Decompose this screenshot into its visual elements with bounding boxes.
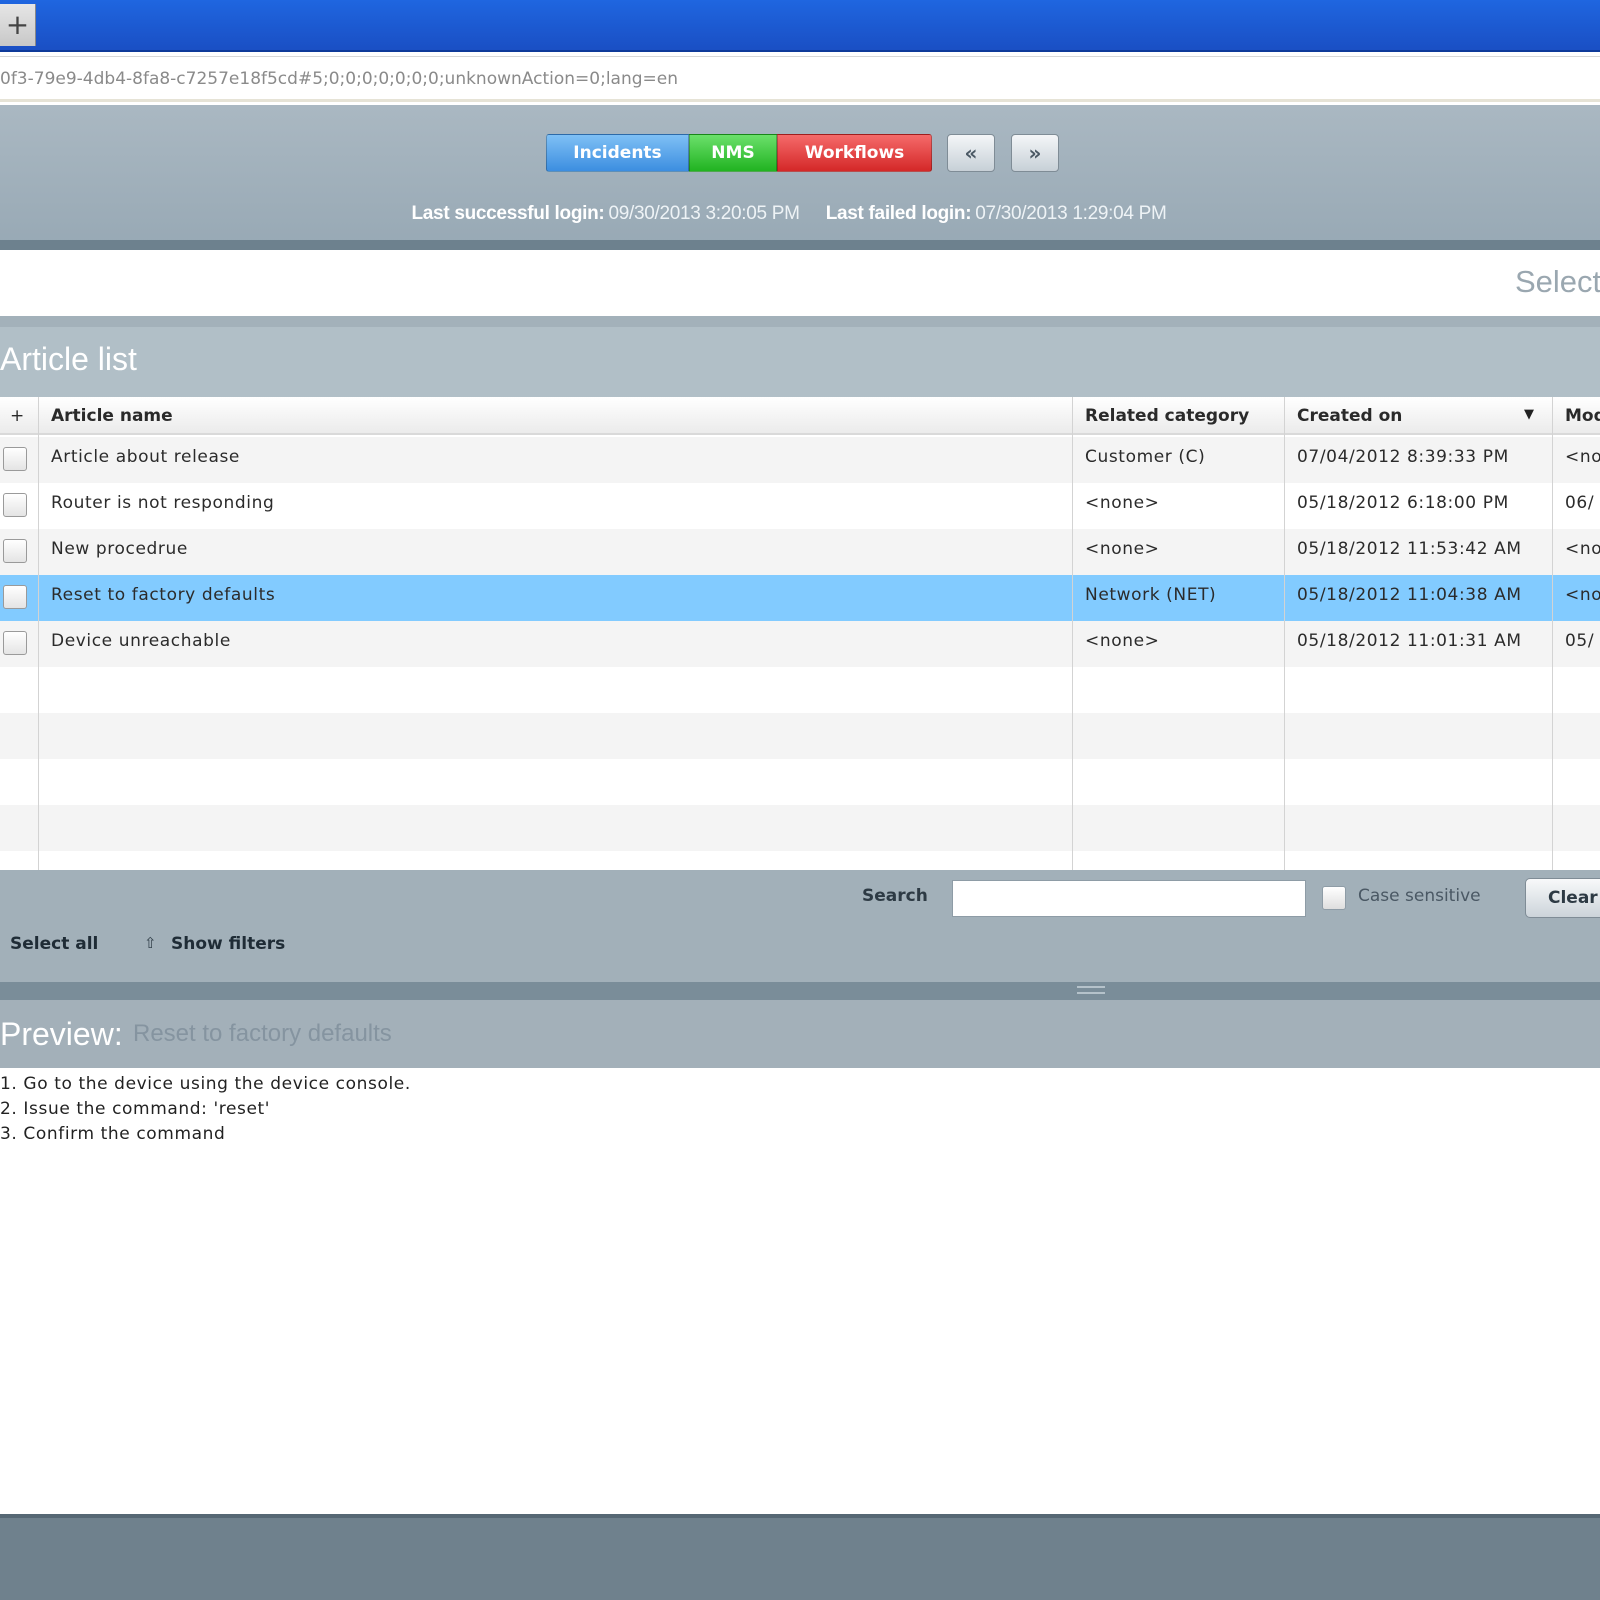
preview-line: 3. Confirm the command [0, 1124, 226, 1144]
show-filters-link[interactable]: Show filters [171, 934, 285, 954]
tab-nms[interactable]: NMS [689, 134, 777, 172]
article-name-cell: Router is not responding [51, 493, 275, 513]
category-cell: <none> [1085, 493, 1160, 513]
empty-row [0, 667, 1600, 713]
row-checkbox[interactable] [3, 631, 27, 655]
category-cell: <none> [1085, 631, 1160, 651]
search-label: Search [862, 886, 928, 906]
tab-workflows[interactable]: Workflows [777, 134, 932, 172]
previous-button[interactable]: « [947, 134, 995, 172]
category-cell: Customer (C) [1085, 447, 1206, 467]
splitter-grip-icon[interactable] [1077, 986, 1105, 994]
last-successful-login-value: 09/30/2013 3:20:05 PM [608, 203, 800, 224]
next-button[interactable]: » [1011, 134, 1059, 172]
table-header: + Article name Related category Created … [0, 397, 1600, 435]
modified-cell: 05/ [1565, 631, 1595, 651]
modified-cell: <no [1565, 585, 1600, 605]
modified-cell: <no [1565, 447, 1600, 467]
column-header-related-category[interactable]: Related category [1073, 397, 1285, 435]
empty-row [0, 851, 1600, 870]
login-info: Last successful login: 09/30/2013 3:20:0… [0, 203, 1600, 229]
address-bar[interactable]: 0f3-79e9-4db4-8fa8-c7257e18f5cd#5;0;0;0;… [0, 56, 1600, 102]
row-checkbox[interactable] [3, 539, 27, 563]
empty-row [0, 759, 1600, 805]
last-successful-login-label: Last successful login: [411, 203, 605, 224]
preview-line: 2. Issue the command: 'reset' [0, 1099, 271, 1119]
preview-line: 1. Go to the device using the device con… [0, 1074, 411, 1094]
created-on-cell: 05/18/2012 11:01:31 AM [1297, 631, 1522, 651]
preview-subject: Reset to factory defaults [133, 1020, 392, 1047]
search-input[interactable] [952, 880, 1306, 917]
last-failed-login-label: Last failed login: [825, 203, 972, 224]
created-on-cell: 05/18/2012 11:53:42 AM [1297, 539, 1522, 559]
case-sensitive-label: Case sensitive [1358, 886, 1481, 906]
column-header-created-on[interactable]: Created on [1285, 397, 1553, 435]
article-name-cell: Reset to factory defaults [51, 585, 276, 605]
column-divider [1552, 397, 1553, 870]
pane-splitter[interactable] [0, 982, 1600, 1000]
column-header-article-name[interactable]: Article name [39, 397, 1073, 435]
case-sensitive-checkbox[interactable] [1322, 886, 1346, 910]
select-panel [0, 250, 1600, 316]
tab-incidents[interactable]: Incidents [546, 134, 689, 172]
row-checkbox[interactable] [3, 493, 27, 517]
created-on-cell: 07/04/2012 8:39:33 PM [1297, 447, 1509, 467]
column-divider [38, 397, 39, 870]
category-cell: Network (NET) [1085, 585, 1217, 605]
empty-row [0, 805, 1600, 851]
add-column-icon[interactable]: + [0, 397, 39, 435]
last-failed-login-value: 07/30/2013 1:29:04 PM [975, 203, 1167, 224]
preview-title: Preview: [0, 1016, 123, 1052]
article-name-cell: Article about release [51, 447, 240, 467]
new-tab-button[interactable]: + [0, 4, 36, 46]
section-divider [0, 316, 1600, 327]
row-checkbox[interactable] [3, 585, 27, 609]
browser-tab-bar [0, 0, 1600, 52]
column-divider [1072, 397, 1073, 870]
category-cell: <none> [1085, 539, 1160, 559]
article-name-cell: Device unreachable [51, 631, 231, 651]
empty-row [0, 713, 1600, 759]
table-row[interactable]: Article about release Customer (C) 07/04… [0, 437, 1600, 483]
article-list-title: Article list [0, 341, 137, 377]
sort-descending-icon: ▼ [1524, 407, 1534, 422]
table-row[interactable]: Device unreachable <none> 05/18/2012 11:… [0, 621, 1600, 667]
table-row[interactable]: Router is not responding <none> 05/18/20… [0, 483, 1600, 529]
clear-button[interactable]: Clear [1525, 878, 1600, 918]
created-on-cell: 05/18/2012 6:18:00 PM [1297, 493, 1509, 513]
select-all-link[interactable]: Select all [10, 934, 98, 954]
article-table: Article about release Customer (C) 07/04… [0, 397, 1600, 870]
select-label: Select [1515, 264, 1600, 299]
table-row-selected[interactable]: Reset to factory defaults Network (NET) … [0, 575, 1600, 621]
chevron-up-double-icon[interactable]: ⇧ [144, 934, 157, 952]
article-list-header [0, 327, 1600, 397]
table-row[interactable]: New procedrue <none> 05/18/2012 11:53:42… [0, 529, 1600, 575]
preview-body [0, 1068, 1600, 1514]
article-name-cell: New procedrue [51, 539, 188, 559]
status-bar [0, 1514, 1600, 1600]
header-divider [0, 240, 1600, 250]
modified-cell: <no [1565, 539, 1600, 559]
created-on-cell: 05/18/2012 11:04:38 AM [1297, 585, 1522, 605]
column-header-modified[interactable]: Mod [1553, 397, 1600, 435]
row-checkbox[interactable] [3, 447, 27, 471]
column-divider [1284, 397, 1285, 870]
modified-cell: 06/ [1565, 493, 1595, 513]
